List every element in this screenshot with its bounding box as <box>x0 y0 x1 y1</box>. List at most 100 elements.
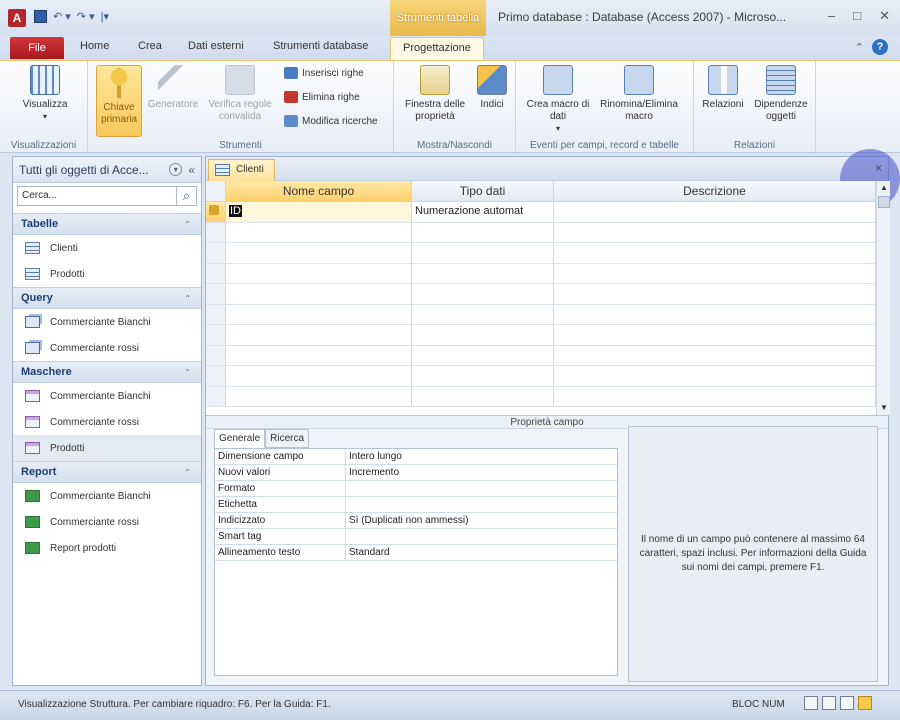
customize-qat-icon[interactable]: |▾ <box>101 10 109 23</box>
section-query[interactable]: Query ⌃ <box>13 287 201 309</box>
data-type-cell[interactable] <box>412 366 554 387</box>
description-cell[interactable] <box>554 366 876 387</box>
description-cell[interactable] <box>554 345 876 366</box>
elimina-righe-button[interactable]: Elimina righe <box>284 91 360 103</box>
description-cell[interactable] <box>554 325 876 346</box>
design-view-icon[interactable] <box>858 696 872 710</box>
finestra-proprieta-button[interactable]: Finestra delle proprietà <box>398 65 472 123</box>
table-row[interactable] <box>206 243 876 264</box>
table-row[interactable]: ID Numerazione automat <box>206 202 876 223</box>
generatore-button[interactable]: Generatore <box>144 65 202 111</box>
field-name-cell[interactable] <box>226 284 412 305</box>
property-row[interactable]: Indicizzato Sì (Duplicati non ammessi) <box>215 513 617 529</box>
scroll-thumb[interactable] <box>878 196 890 208</box>
crea-macro-button[interactable]: Crea macro di dati ▾ <box>526 65 590 135</box>
property-value[interactable] <box>346 481 617 496</box>
tab-dati-esterni[interactable]: Dati esterni <box>188 40 244 52</box>
description-cell[interactable] <box>554 263 876 284</box>
redo-icon[interactable]: ↷ ▾ <box>77 10 95 23</box>
row-selector[interactable] <box>206 325 226 346</box>
row-selector[interactable] <box>206 284 226 305</box>
undo-icon[interactable]: ↶ ▾ <box>53 10 71 23</box>
verifica-regole-button[interactable]: Verifica regole convalida <box>204 65 276 123</box>
property-value[interactable]: Sì (Duplicati non ammessi) <box>346 513 617 528</box>
property-value[interactable]: Standard <box>346 545 617 560</box>
close-button[interactable]: ✕ <box>879 8 890 24</box>
nav-item-form-rossi[interactable]: Commerciante rossi <box>13 409 201 435</box>
property-value[interactable] <box>346 529 617 544</box>
row-selector[interactable] <box>206 263 226 284</box>
tab-home[interactable]: Home <box>80 40 109 52</box>
table-row[interactable] <box>206 386 876 407</box>
nav-header[interactable]: Tutti gli oggetti di Acce... ▾ « <box>13 157 201 183</box>
field-name-cell[interactable] <box>226 386 412 407</box>
table-row[interactable] <box>206 345 876 366</box>
table-row[interactable] <box>206 325 876 346</box>
data-type-cell[interactable] <box>412 325 554 346</box>
section-maschere[interactable]: Maschere ⌃ <box>13 361 201 383</box>
data-type-cell[interactable] <box>412 386 554 407</box>
property-value[interactable] <box>346 497 617 512</box>
property-row[interactable]: Formato <box>215 481 617 497</box>
field-name-cell[interactable] <box>226 345 412 366</box>
data-type-cell[interactable] <box>412 243 554 264</box>
scroll-up-icon[interactable]: ▲ <box>877 181 891 195</box>
description-cell[interactable] <box>554 304 876 325</box>
dipendenze-button[interactable]: Dipendenze oggetti <box>750 65 812 123</box>
minimize-ribbon-icon[interactable]: ⌃ <box>855 41 864 54</box>
field-name-cell[interactable] <box>226 222 412 243</box>
description-cell[interactable] <box>554 243 876 264</box>
rinomina-macro-button[interactable]: Rinomina/Elimina macro <box>592 65 686 123</box>
section-tabelle[interactable]: Tabelle ⌃ <box>13 213 201 235</box>
nav-item-report-prodotti[interactable]: Report prodotti <box>13 535 201 561</box>
table-row[interactable] <box>206 263 876 284</box>
field-name-cell[interactable] <box>226 366 412 387</box>
description-cell[interactable] <box>554 284 876 305</box>
collapse-chevron-icon[interactable]: ⌃ <box>184 294 191 303</box>
data-type-cell[interactable]: Numerazione automat <box>412 202 554 223</box>
datasheet-view-icon[interactable] <box>804 696 818 710</box>
data-type-cell[interactable] <box>412 284 554 305</box>
column-header-tipo-dati[interactable]: Tipo dati <box>412 181 554 202</box>
property-row[interactable]: Smart tag <box>215 529 617 545</box>
relazioni-button[interactable]: Relazioni <box>698 65 748 111</box>
data-type-cell[interactable] <box>412 222 554 243</box>
row-selector[interactable] <box>206 202 226 223</box>
nav-item-query-bianchi[interactable]: Commerciante Bianchi <box>13 309 201 335</box>
property-row[interactable]: Nuovi valori Incremento <box>215 465 617 481</box>
nav-item-query-rossi[interactable]: Commerciante rossi <box>13 335 201 361</box>
scroll-down-icon[interactable]: ▼ <box>877 401 891 415</box>
chiave-primaria-button[interactable]: Chiave primaria <box>96 65 142 137</box>
modifica-ricerche-button[interactable]: Modifica ricerche <box>284 115 378 127</box>
nav-item-form-bianchi[interactable]: Commerciante Bianchi <box>13 383 201 409</box>
nav-item-clienti-table[interactable]: Clienti <box>13 235 201 261</box>
row-selector[interactable] <box>206 222 226 243</box>
inserisci-righe-button[interactable]: Inserisci righe <box>284 67 364 79</box>
description-cell[interactable] <box>554 386 876 407</box>
nav-item-report-bianchi[interactable]: Commerciante Bianchi <box>13 483 201 509</box>
column-header-descrizione[interactable]: Descrizione <box>554 181 876 202</box>
document-tab-clienti[interactable]: Clienti <box>208 159 275 181</box>
field-name-cell[interactable] <box>226 243 412 264</box>
tab-file[interactable]: File <box>10 37 64 59</box>
table-row[interactable] <box>206 284 876 305</box>
property-value[interactable]: Intero lungo <box>346 449 617 464</box>
collapse-chevron-icon[interactable]: ⌃ <box>184 468 191 477</box>
data-type-cell[interactable] <box>412 345 554 366</box>
nav-item-prodotti-table[interactable]: Prodotti <box>13 261 201 287</box>
table-row[interactable] <box>206 366 876 387</box>
indici-button[interactable]: Indici <box>470 65 514 111</box>
access-app-icon[interactable]: A <box>8 9 26 27</box>
close-document-button[interactable]: × <box>875 161 882 175</box>
table-row[interactable] <box>206 222 876 243</box>
column-header-nome-campo[interactable]: Nome campo <box>226 181 412 202</box>
grid-vertical-scrollbar[interactable]: ▲ ▼ <box>876 181 890 415</box>
row-selector[interactable] <box>206 304 226 325</box>
tab-strumenti-database[interactable]: Strumenti database <box>273 40 368 52</box>
visualizza-button[interactable]: Visualizza ▾ <box>16 65 74 123</box>
data-type-cell[interactable] <box>412 263 554 284</box>
row-selector[interactable] <box>206 345 226 366</box>
property-row[interactable]: Allineamento testo Standard <box>215 545 617 561</box>
search-input[interactable]: Cerca... <box>17 186 177 206</box>
maximize-button[interactable]: □ <box>853 8 861 24</box>
